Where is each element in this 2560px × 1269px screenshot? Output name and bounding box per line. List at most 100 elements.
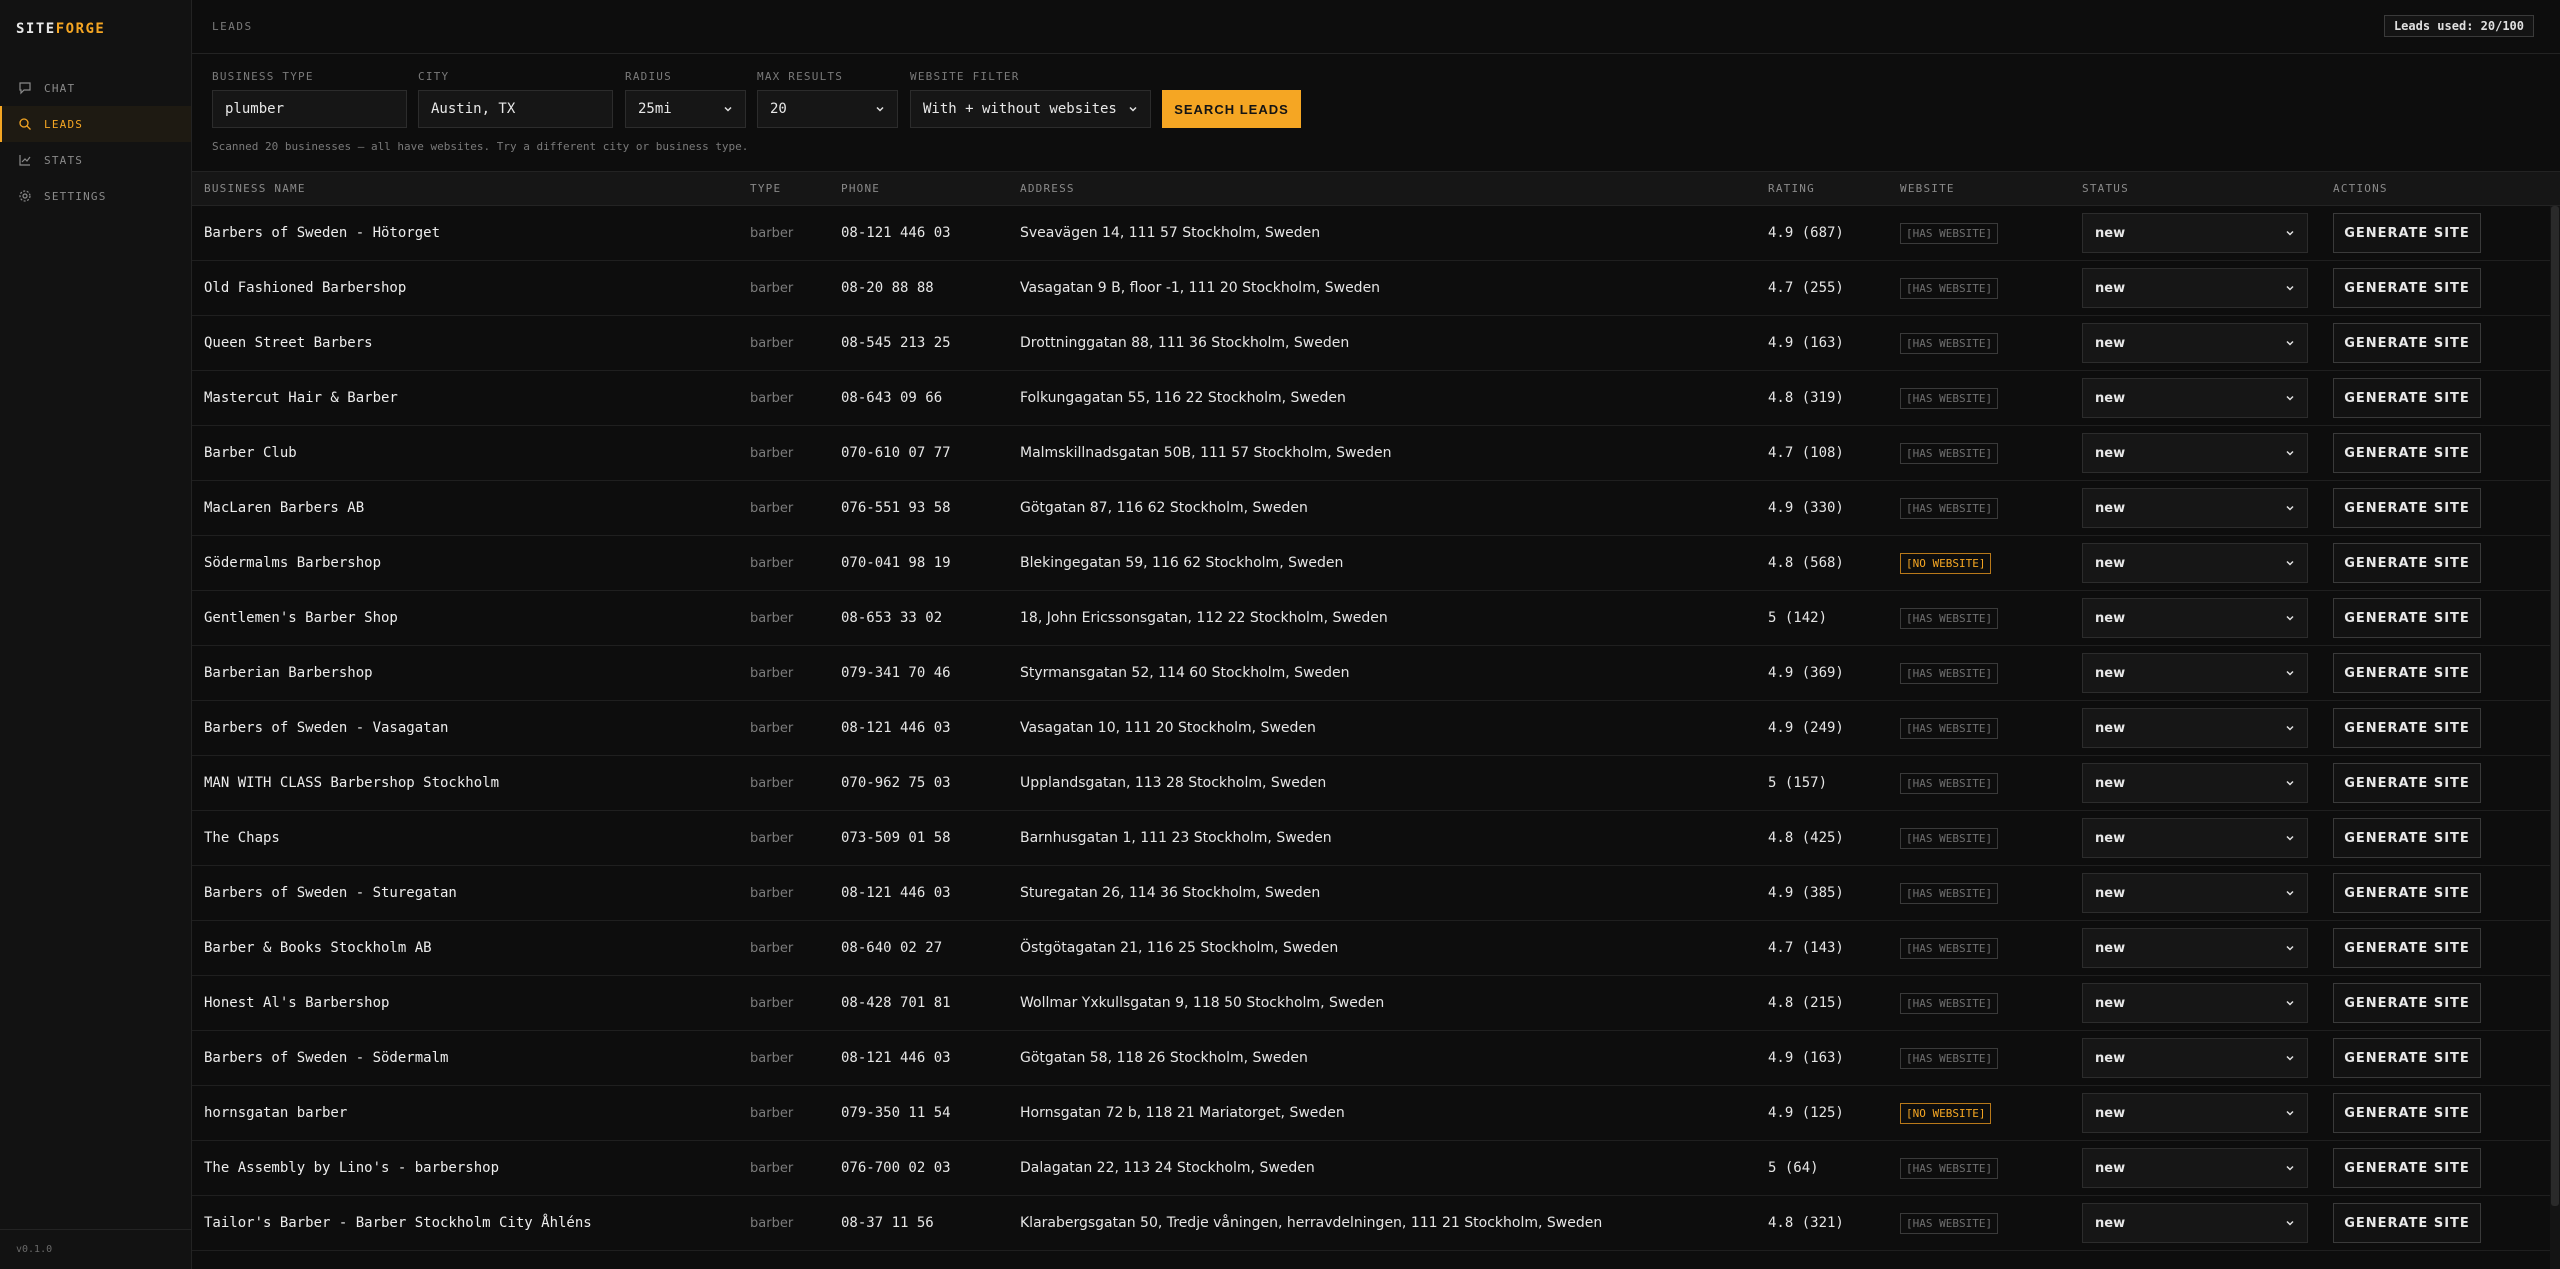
table-scrollbar[interactable] — [2550, 206, 2560, 1269]
generate-site-button[interactable]: GENERATE SITE — [2333, 983, 2481, 1023]
chevron-down-icon — [2286, 1165, 2294, 1171]
business-address: Upplandsgatan, 113 28 Stockholm, Sweden — [1020, 775, 1327, 791]
sidebar-item-leads[interactable]: LEADS — [0, 106, 191, 142]
status-select[interactable]: new — [2082, 873, 2308, 913]
column-header-address[interactable]: ADDRESS — [1020, 172, 1075, 206]
status-select[interactable]: new — [2082, 488, 2308, 528]
sidebar: SITEFORGE CHAT LEADS STATS SETTINGS v0.1… — [0, 0, 192, 1269]
generate-site-button[interactable]: GENERATE SITE — [2333, 213, 2481, 253]
status-select[interactable]: new — [2082, 378, 2308, 418]
business-name: Barbers of Sweden - Vasagatan — [204, 720, 449, 736]
city-input[interactable]: Austin, TX — [418, 90, 613, 128]
status-select[interactable]: new — [2082, 433, 2308, 473]
chevron-down-icon — [1129, 106, 1137, 112]
chevron-down-icon — [2286, 560, 2294, 566]
city-field: CITY Austin, TX — [418, 70, 613, 128]
generate-site-button[interactable]: GENERATE SITE — [2333, 653, 2481, 693]
column-header-type[interactable]: TYPE — [750, 172, 781, 206]
status-select[interactable]: new — [2082, 653, 2308, 693]
chevron-down-icon — [2286, 505, 2294, 511]
business-type: barber — [750, 281, 794, 296]
business-type: barber — [750, 831, 794, 846]
scrollbar-thumb[interactable] — [2551, 206, 2559, 1206]
filter-bar: BUSINESS TYPE plumber CITY Austin, TX RA… — [192, 54, 2560, 172]
status-select[interactable]: new — [2082, 1093, 2308, 1133]
status-select[interactable]: new — [2082, 1148, 2308, 1188]
business-rating: 4.9 (330) — [1768, 500, 1844, 516]
status-select[interactable]: new — [2082, 983, 2308, 1023]
business-type: barber — [750, 336, 794, 351]
business-phone: 079-341 70 46 — [841, 665, 951, 681]
column-header-website[interactable]: WEBSITE — [1900, 172, 1955, 206]
website-badge: [HAS WEBSITE] — [1900, 993, 1999, 1014]
generate-site-button[interactable]: GENERATE SITE — [2333, 1038, 2481, 1078]
column-header-name[interactable]: BUSINESS NAME — [204, 172, 306, 206]
generate-site-button[interactable]: GENERATE SITE — [2333, 268, 2481, 308]
generate-site-button[interactable]: GENERATE SITE — [2333, 488, 2481, 528]
column-header-status[interactable]: STATUS — [2082, 172, 2129, 206]
business-name: hornsgatan barber — [204, 1105, 348, 1121]
business-type-value: plumber — [225, 101, 285, 117]
status-select[interactable]: new — [2082, 1038, 2308, 1078]
business-rating: 5 (142) — [1768, 610, 1828, 626]
chevron-down-icon — [2286, 890, 2294, 896]
table-row: Barber & Books Stockholm AB barber 08-640 … — [192, 921, 2560, 976]
status-select[interactable]: new — [2082, 928, 2308, 968]
app-logo[interactable]: SITEFORGE — [16, 21, 105, 37]
generate-site-button[interactable]: GENERATE SITE — [2333, 543, 2481, 583]
business-name: Barbers of Sweden - Södermalm — [204, 1050, 449, 1066]
sidebar-item-chat[interactable]: CHAT — [0, 70, 191, 106]
website-filter-select[interactable]: With + without websites — [910, 90, 1151, 128]
status-select[interactable]: new — [2082, 268, 2308, 308]
status-select[interactable]: new — [2082, 598, 2308, 638]
generate-site-button[interactable]: GENERATE SITE — [2333, 1148, 2481, 1188]
business-name: Södermalms Barbershop — [204, 555, 382, 571]
generate-site-button[interactable]: GENERATE SITE — [2333, 378, 2481, 418]
business-address: Blekingegatan 59, 116 62 Stockholm, Swed… — [1020, 555, 1344, 571]
generate-site-button[interactable]: GENERATE SITE — [2333, 433, 2481, 473]
generate-site-button[interactable]: GENERATE SITE — [2333, 928, 2481, 968]
radius-select[interactable]: 25mi — [625, 90, 746, 128]
business-phone: 076-700 02 03 — [841, 1160, 951, 1176]
status-select[interactable]: new — [2082, 323, 2308, 363]
status-select[interactable]: new — [2082, 213, 2308, 253]
business-address: Vasagatan 9 B, floor -1, 111 20 Stockhol… — [1020, 280, 1381, 296]
business-type-input[interactable]: plumber — [212, 90, 407, 128]
website-filter-field: WEBSITE FILTER With + without websites — [910, 70, 1151, 128]
sidebar-item-stats[interactable]: STATS — [0, 142, 191, 178]
chevron-down-icon — [876, 106, 884, 112]
chevron-down-icon — [2286, 945, 2294, 951]
status-select[interactable]: new — [2082, 543, 2308, 583]
business-rating: 4.8 (319) — [1768, 390, 1844, 406]
generate-site-button[interactable]: GENERATE SITE — [2333, 323, 2481, 363]
business-rating: 5 (157) — [1768, 775, 1828, 791]
table-row: Barbers of Sweden - Vasagatan barber 08-12… — [192, 701, 2560, 756]
generate-site-button[interactable]: GENERATE SITE — [2333, 598, 2481, 638]
status-select[interactable]: new — [2082, 1203, 2308, 1243]
website-badge: [HAS WEBSITE] — [1900, 608, 1999, 629]
generate-site-button[interactable]: GENERATE SITE — [2333, 763, 2481, 803]
business-address: Wollmar Yxkullsgatan 9, 118 50 Stockholm… — [1020, 995, 1385, 1011]
generate-site-button[interactable]: GENERATE SITE — [2333, 708, 2481, 748]
status-select[interactable]: new — [2082, 818, 2308, 858]
generate-site-button[interactable]: GENERATE SITE — [2333, 873, 2481, 913]
column-header-rating[interactable]: RATING — [1768, 172, 1815, 206]
generate-site-button[interactable]: GENERATE SITE — [2333, 1203, 2481, 1243]
status-value: new — [2095, 445, 2126, 461]
max-results-select[interactable]: 20 — [757, 90, 898, 128]
business-rating: 4.9 (369) — [1768, 665, 1844, 681]
sidebar-item-settings[interactable]: SETTINGS — [0, 178, 191, 214]
generate-site-button[interactable]: GENERATE SITE — [2333, 1093, 2481, 1133]
website-badge: [HAS WEBSITE] — [1900, 223, 1999, 244]
leads-table: BUSINESS NAME TYPE PHONE ADDRESS RATING … — [192, 172, 2560, 1269]
status-select[interactable]: new — [2082, 708, 2308, 748]
table-row: Tailor's Barber - Barber Stockholm City … — [192, 1196, 2560, 1251]
status-select[interactable]: new — [2082, 763, 2308, 803]
status-value: new — [2095, 940, 2126, 956]
chevron-down-icon — [2286, 230, 2294, 236]
search-leads-button[interactable]: SEARCH LEADS — [1162, 90, 1301, 128]
business-address: Drottninggatan 88, 111 36 Stockholm, Swe… — [1020, 335, 1350, 351]
generate-site-button[interactable]: GENERATE SITE — [2333, 818, 2481, 858]
column-header-phone[interactable]: PHONE — [841, 172, 880, 206]
sidebar-item-label: LEADS — [44, 117, 84, 131]
